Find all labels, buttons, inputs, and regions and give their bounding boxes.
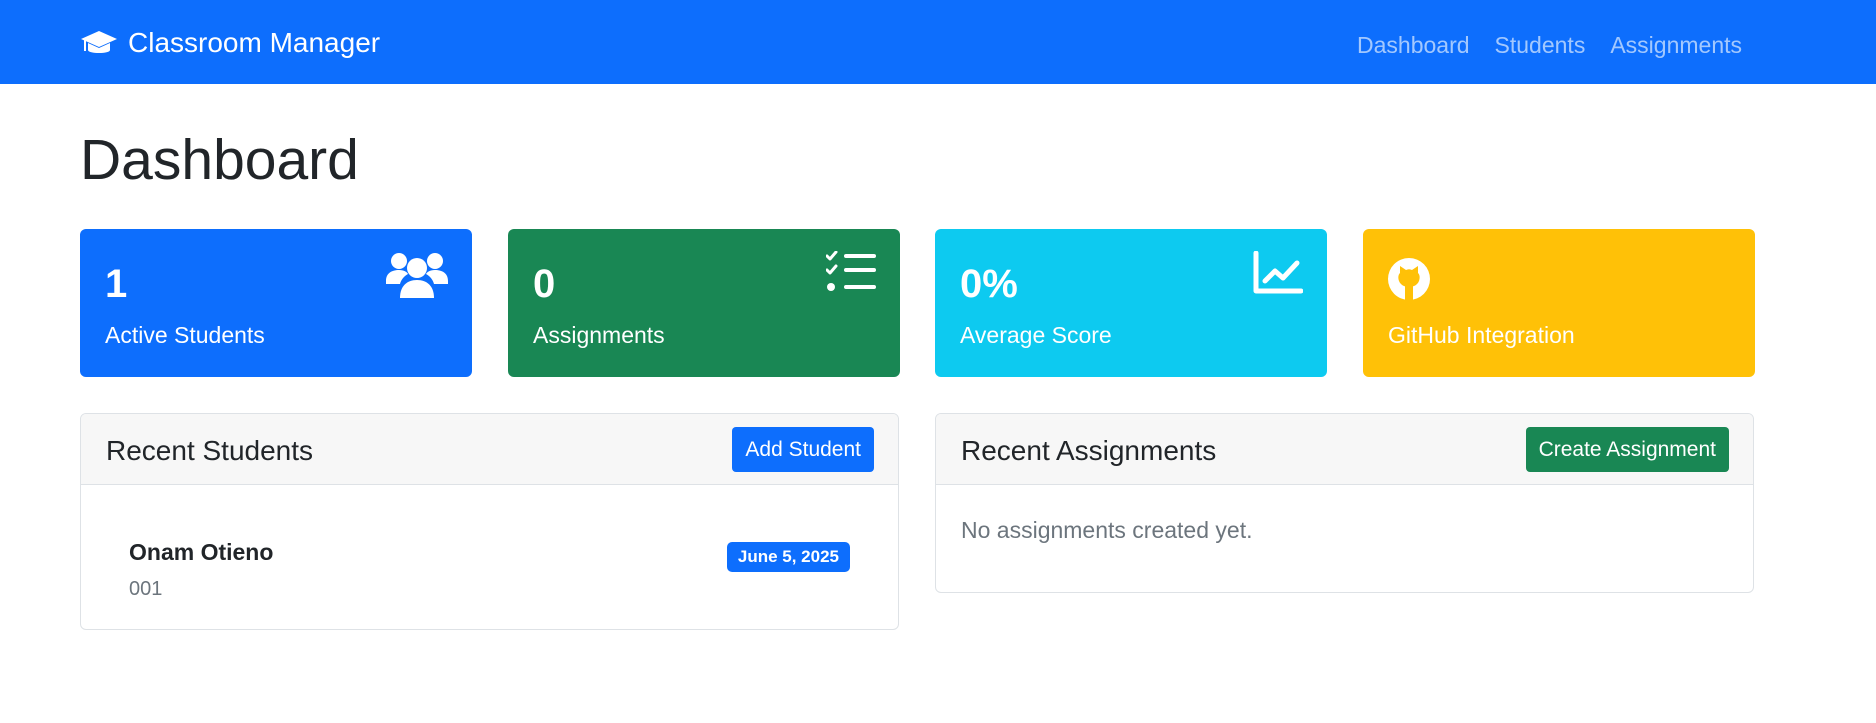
task-list-icon [826,251,876,293]
stat-card-average-score: 0% Average Score [935,229,1327,377]
nav-link-students[interactable]: Students [1495,28,1586,62]
create-assignment-button[interactable]: Create Assignment [1525,427,1729,472]
stat-value: 0% [960,262,1018,306]
panel-header: Recent Students Add Student [81,414,898,485]
stat-label: Assignments [533,322,665,348]
list-item[interactable]: Onam Otieno 001 June 5, 2025 [81,485,898,629]
github-icon [1387,257,1431,301]
stat-card-assignments: 0 Assignments [508,229,900,377]
student-id: 001 [129,578,163,600]
panel-title: Recent Assignments [961,435,1217,466]
top-navbar: Classroom Manager Dashboard Students Ass… [0,0,1876,84]
date-badge: June 5, 2025 [726,542,850,572]
stat-label: Average Score [960,322,1112,348]
users-icon [386,251,448,301]
brand-link[interactable]: Classroom Manager [80,26,380,60]
brand-label: Classroom Manager [128,27,381,58]
stat-value: 1 [105,262,128,306]
recent-assignments-panel: Recent Assignments Create Assignment No … [935,413,1754,593]
nav-link-dashboard[interactable]: Dashboard [1357,28,1470,62]
stat-label: Active Students [105,322,265,348]
stat-label: GitHub Integration [1388,322,1575,348]
student-name: Onam Otieno [129,539,274,565]
nav-links: Dashboard Students Assignments [1332,28,1742,62]
stat-value: 0 [533,262,556,306]
panel-header: Recent Assignments Create Assignment [936,414,1753,485]
page-title: Dashboard [80,128,359,192]
nav-link-assignments[interactable]: Assignments [1610,28,1742,62]
graduation-cap-icon [80,28,118,58]
panel-title: Recent Students [106,435,314,466]
stat-card-github-integration: GitHub Integration [1363,229,1755,377]
stat-card-active-students: 1 Active Students [80,229,472,377]
add-student-button[interactable]: Add Student [732,427,874,472]
recent-students-panel: Recent Students Add Student Onam Otieno … [80,413,899,630]
empty-state-text: No assignments created yet. [961,517,1253,543]
chart-line-icon [1253,251,1303,295]
